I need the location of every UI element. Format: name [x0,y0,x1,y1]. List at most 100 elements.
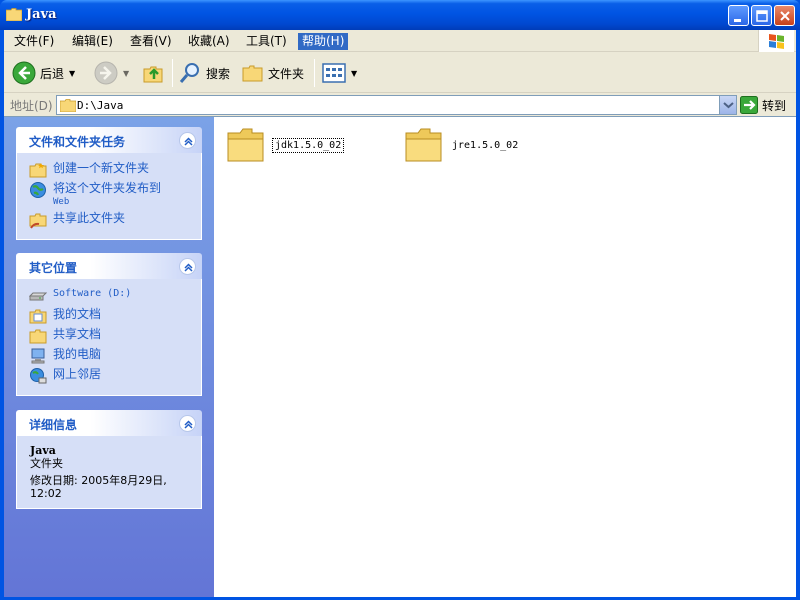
collapse-icon[interactable] [179,258,196,275]
folder-icon [60,99,76,112]
task-sublabel: Web [53,197,70,207]
content-area: 文件和文件夹任务 创建一个新文件夹 将这个文件夹发布到 Web 共享此文件夹 其… [4,116,796,597]
file-item-jdk[interactable]: jdk1.5.0_02 [226,125,345,165]
panel-title: 详细信息 [29,418,78,432]
drive-icon [29,292,47,301]
folders-button[interactable]: 文件夹 [242,59,304,87]
place-label: 网上邻居 [53,367,102,381]
menu-favorites[interactable]: 收藏(A) [184,33,234,50]
window-body: 文件(F) 编辑(E) 查看(V) 收藏(A) 工具(T) 帮助(H) 后退 ▼… [4,30,796,597]
windows-flag-icon [769,34,784,49]
network-icon [30,368,47,384]
file-tasks-header[interactable]: 文件和文件夹任务 [16,127,202,153]
menu-file[interactable]: 文件(F) [10,33,58,50]
task-label: 共享此文件夹 [53,211,126,225]
place-my-computer[interactable]: 我的电脑 [29,347,201,367]
close-button[interactable] [774,5,795,26]
chevron-down-icon [723,102,734,109]
task-label: 将这个文件夹发布到 [53,181,162,195]
address-bar: 地址(D) D:\Java 转到 [4,94,796,116]
other-places-body: Software (D:) 我的文档 共享文档 我的电脑 网上邻居 [16,279,202,396]
place-shared-documents[interactable]: 共享文档 [29,327,201,347]
views-icon [322,63,346,83]
maximize-icon [756,10,768,22]
folder-icon [6,8,22,21]
place-label: 我的文档 [53,307,102,321]
address-value: D:\Java [77,99,124,112]
forward-arrow-icon [94,61,118,85]
task-pane: 文件和文件夹任务 创建一个新文件夹 将这个文件夹发布到 Web 共享此文件夹 其… [4,117,214,597]
file-name: jdk1.5.0_02 [272,137,345,153]
task-label: 创建一个新文件夹 [53,161,150,175]
menu-edit[interactable]: 编辑(E) [68,33,117,50]
task-share-folder[interactable]: 共享此文件夹 [29,211,201,231]
details-panel: 详细信息 Java 文件夹 修改日期: 2005年8月29日, 12:02 [16,410,202,509]
details-type: 文件夹 [30,457,63,470]
explorer-window: Java 文件(F) 编辑(E) 查看(V) 收藏(A) 工具(T) 帮助(H) [0,0,800,600]
my-documents-icon [29,309,47,324]
menu-help[interactable]: 帮助(H) [298,33,349,50]
details-header[interactable]: 详细信息 [16,410,202,436]
place-software-drive[interactable]: Software (D:) [29,287,201,307]
panel-title: 文件和文件夹任务 [29,135,126,149]
folder-icon [405,128,442,162]
details-modified-time: 12:02 [30,487,62,500]
back-arrow-icon [12,61,36,85]
search-label: 搜索 [206,66,231,81]
address-dropdown-button[interactable] [719,96,736,114]
search-icon [179,63,199,83]
toolbar: 后退 ▼ ▼ 搜索 文件夹 ▼ [4,53,796,93]
file-list: jdk1.5.0_02 jre1.5.0_02 [214,117,796,597]
go-label: 转到 [762,98,787,113]
other-places-header[interactable]: 其它位置 [16,253,202,279]
go-button[interactable]: 转到 [740,95,794,115]
title-bar[interactable]: Java [0,0,800,30]
chevron-down-icon[interactable]: ▼ [123,69,129,78]
toolbar-separator [314,59,315,87]
file-tasks-panel: 文件和文件夹任务 创建一个新文件夹 将这个文件夹发布到 Web 共享此文件夹 [16,127,202,240]
up-folder-button[interactable] [142,59,166,87]
place-network[interactable]: 网上邻居 [29,367,201,387]
folders-icon [242,65,263,82]
forward-button[interactable]: ▼ [94,59,129,87]
address-input[interactable]: D:\Java [56,95,737,115]
globe-icon [30,182,46,198]
shared-documents-icon [29,329,47,344]
menu-view[interactable]: 查看(V) [126,33,176,50]
place-label: 共享文档 [53,327,102,341]
shared-folder-icon [29,213,47,229]
other-places-panel: 其它位置 Software (D:) 我的文档 共享文档 我的电脑 网上邻居 [16,253,202,396]
file-name: jre1.5.0_02 [452,139,519,151]
folders-label: 文件夹 [268,66,305,81]
menu-bar: 文件(F) 编辑(E) 查看(V) 收藏(A) 工具(T) 帮助(H) [4,30,796,52]
windows-logo [758,30,794,52]
maximize-button[interactable] [751,5,772,26]
menu-tools[interactable]: 工具(T) [242,33,291,50]
file-tasks-body: 创建一个新文件夹 将这个文件夹发布到 Web 共享此文件夹 [16,153,202,240]
place-label: Software (D:) [53,288,132,299]
collapse-icon[interactable] [179,132,196,149]
folder-icon [227,128,264,162]
close-icon [780,11,790,21]
back-label: 后退 [40,66,65,81]
window-title: Java [26,7,57,22]
details-name: Java [30,444,56,457]
place-label: 我的电脑 [53,347,102,361]
task-new-folder[interactable]: 创建一个新文件夹 [29,161,201,181]
computer-icon [31,348,45,364]
back-button[interactable]: 后退 ▼ [12,59,75,87]
views-button[interactable]: ▼ [322,59,357,87]
folder-up-icon [143,66,163,83]
details-modified: 修改日期: 2005年8月29日, [30,474,167,487]
place-my-documents[interactable]: 我的文档 [29,307,201,327]
details-body: Java 文件夹 修改日期: 2005年8月29日, 12:02 [16,436,202,509]
search-button[interactable]: 搜索 [178,59,230,87]
minimize-button[interactable] [728,5,749,26]
file-item-jre[interactable]: jre1.5.0_02 [404,125,520,165]
collapse-icon[interactable] [179,415,196,432]
address-label: 地址(D) [10,99,53,113]
chevron-down-icon[interactable]: ▼ [351,69,357,78]
task-publish-web[interactable]: 将这个文件夹发布到 Web [29,181,201,211]
chevron-down-icon[interactable]: ▼ [69,69,75,78]
panel-title: 其它位置 [29,261,78,275]
